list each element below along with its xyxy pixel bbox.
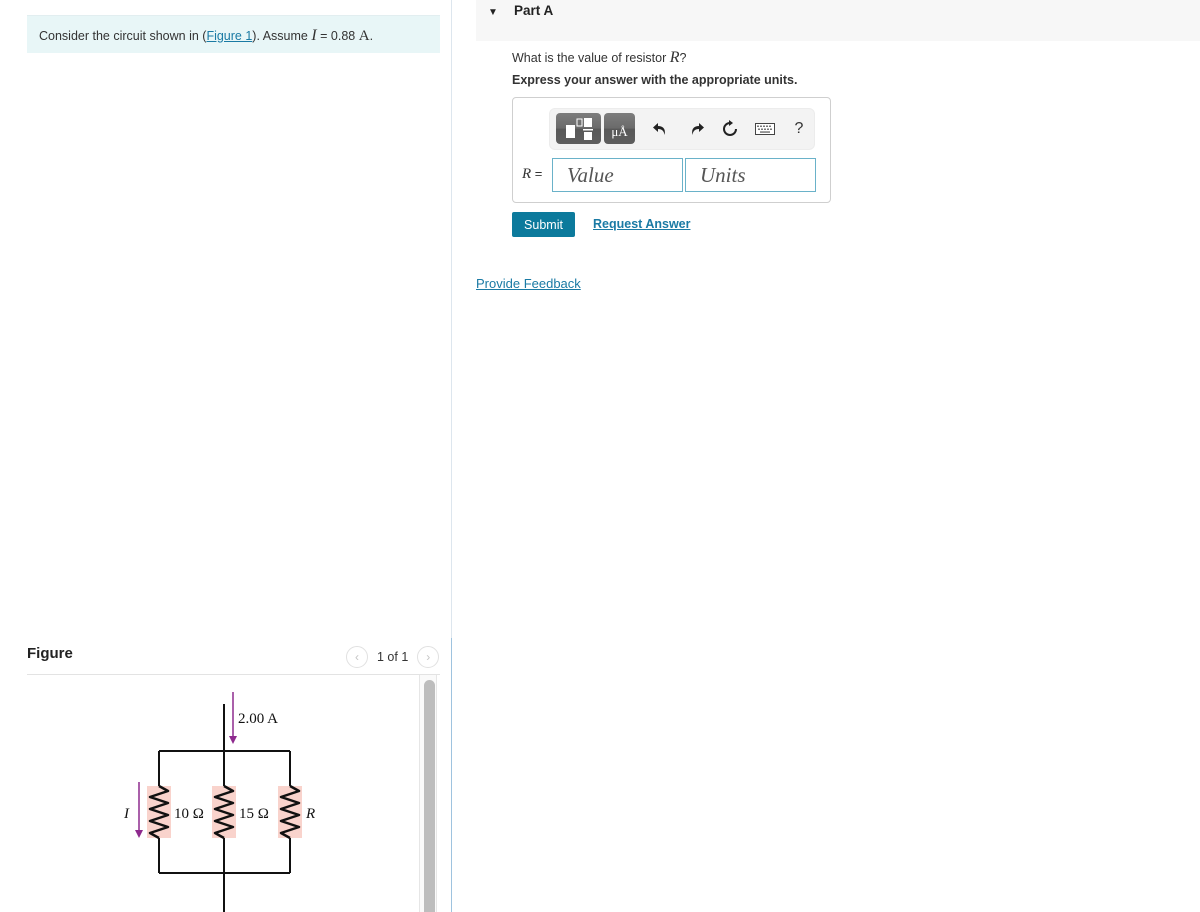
figure-divider bbox=[27, 674, 440, 675]
chevron-left-icon: ‹ bbox=[355, 650, 359, 664]
figure-title: Figure bbox=[27, 645, 73, 662]
answer-variable-label: R = bbox=[522, 166, 542, 183]
question-text: What is the value of resistor R? bbox=[512, 49, 686, 67]
chevron-right-icon: › bbox=[426, 650, 431, 664]
answer-equals: = bbox=[531, 166, 543, 181]
question-prefix: What is the value of resistor bbox=[512, 51, 670, 65]
answer-instruction: Express your answer with the appropriate… bbox=[512, 73, 798, 87]
pane-divider-accent bbox=[451, 638, 452, 912]
part-a-header[interactable] bbox=[476, 0, 1200, 41]
current-value: = 0.88 bbox=[316, 29, 359, 43]
undo-icon bbox=[653, 123, 665, 135]
intro-text-prefix: Consider the circuit shown in ( bbox=[39, 29, 207, 43]
units-button[interactable]: μÅ bbox=[604, 113, 635, 144]
help-button[interactable]: ? bbox=[788, 118, 810, 140]
problem-pane: Consider the circuit shown in (Figure 1)… bbox=[0, 0, 452, 912]
help-icon: ? bbox=[794, 120, 804, 137]
keyboard-icon bbox=[755, 123, 775, 135]
resistor-1-label: 10 Ω bbox=[174, 806, 204, 822]
submit-button[interactable]: Submit bbox=[512, 212, 575, 237]
templates-button[interactable] bbox=[556, 113, 601, 144]
collapse-caret-icon[interactable]: ▼ bbox=[488, 7, 498, 18]
intro-text-mid: ). Assume bbox=[252, 29, 312, 43]
figure-pager: ‹ 1 of 1 › bbox=[346, 646, 440, 668]
figure-scrollbar-thumb[interactable] bbox=[424, 680, 435, 912]
intro-period: . bbox=[369, 29, 374, 43]
resistor-3-label: R bbox=[305, 806, 315, 822]
redo-icon bbox=[692, 123, 704, 135]
value-input[interactable]: Value bbox=[552, 158, 683, 192]
provide-feedback-link[interactable]: Provide Feedback bbox=[476, 276, 581, 291]
problem-intro: Consider the circuit shown in (Figure 1)… bbox=[27, 15, 440, 53]
source-arrow-head bbox=[229, 736, 237, 744]
units-icon: μÅ bbox=[611, 124, 628, 139]
keyboard-button[interactable] bbox=[754, 118, 776, 140]
prev-figure-button[interactable]: ‹ bbox=[346, 646, 368, 668]
figure-count: 1 of 1 bbox=[377, 650, 409, 664]
templates-icon bbox=[566, 118, 593, 140]
resistor-2-label: 15 Ω bbox=[239, 806, 269, 822]
branch-current-label: I bbox=[123, 806, 130, 822]
answer-variable: R bbox=[522, 166, 532, 182]
branch-arrow-head bbox=[135, 830, 143, 838]
redo-button[interactable] bbox=[686, 118, 708, 140]
current-unit: A bbox=[358, 28, 370, 44]
request-answer-link[interactable]: Request Answer bbox=[593, 217, 690, 231]
units-input[interactable]: Units bbox=[685, 158, 816, 192]
reset-icon bbox=[723, 120, 737, 136]
reset-button[interactable] bbox=[719, 118, 741, 140]
circuit-diagram: 2.00 A I 10 Ω 15 Ω R bbox=[123, 692, 315, 912]
part-title[interactable]: Part A bbox=[514, 3, 553, 18]
source-current-label: 2.00 A bbox=[238, 711, 278, 727]
undo-button[interactable] bbox=[649, 118, 671, 140]
figure-link[interactable]: Figure 1 bbox=[206, 29, 252, 43]
question-suffix: ? bbox=[679, 51, 687, 65]
next-figure-button[interactable]: › bbox=[417, 646, 440, 668]
